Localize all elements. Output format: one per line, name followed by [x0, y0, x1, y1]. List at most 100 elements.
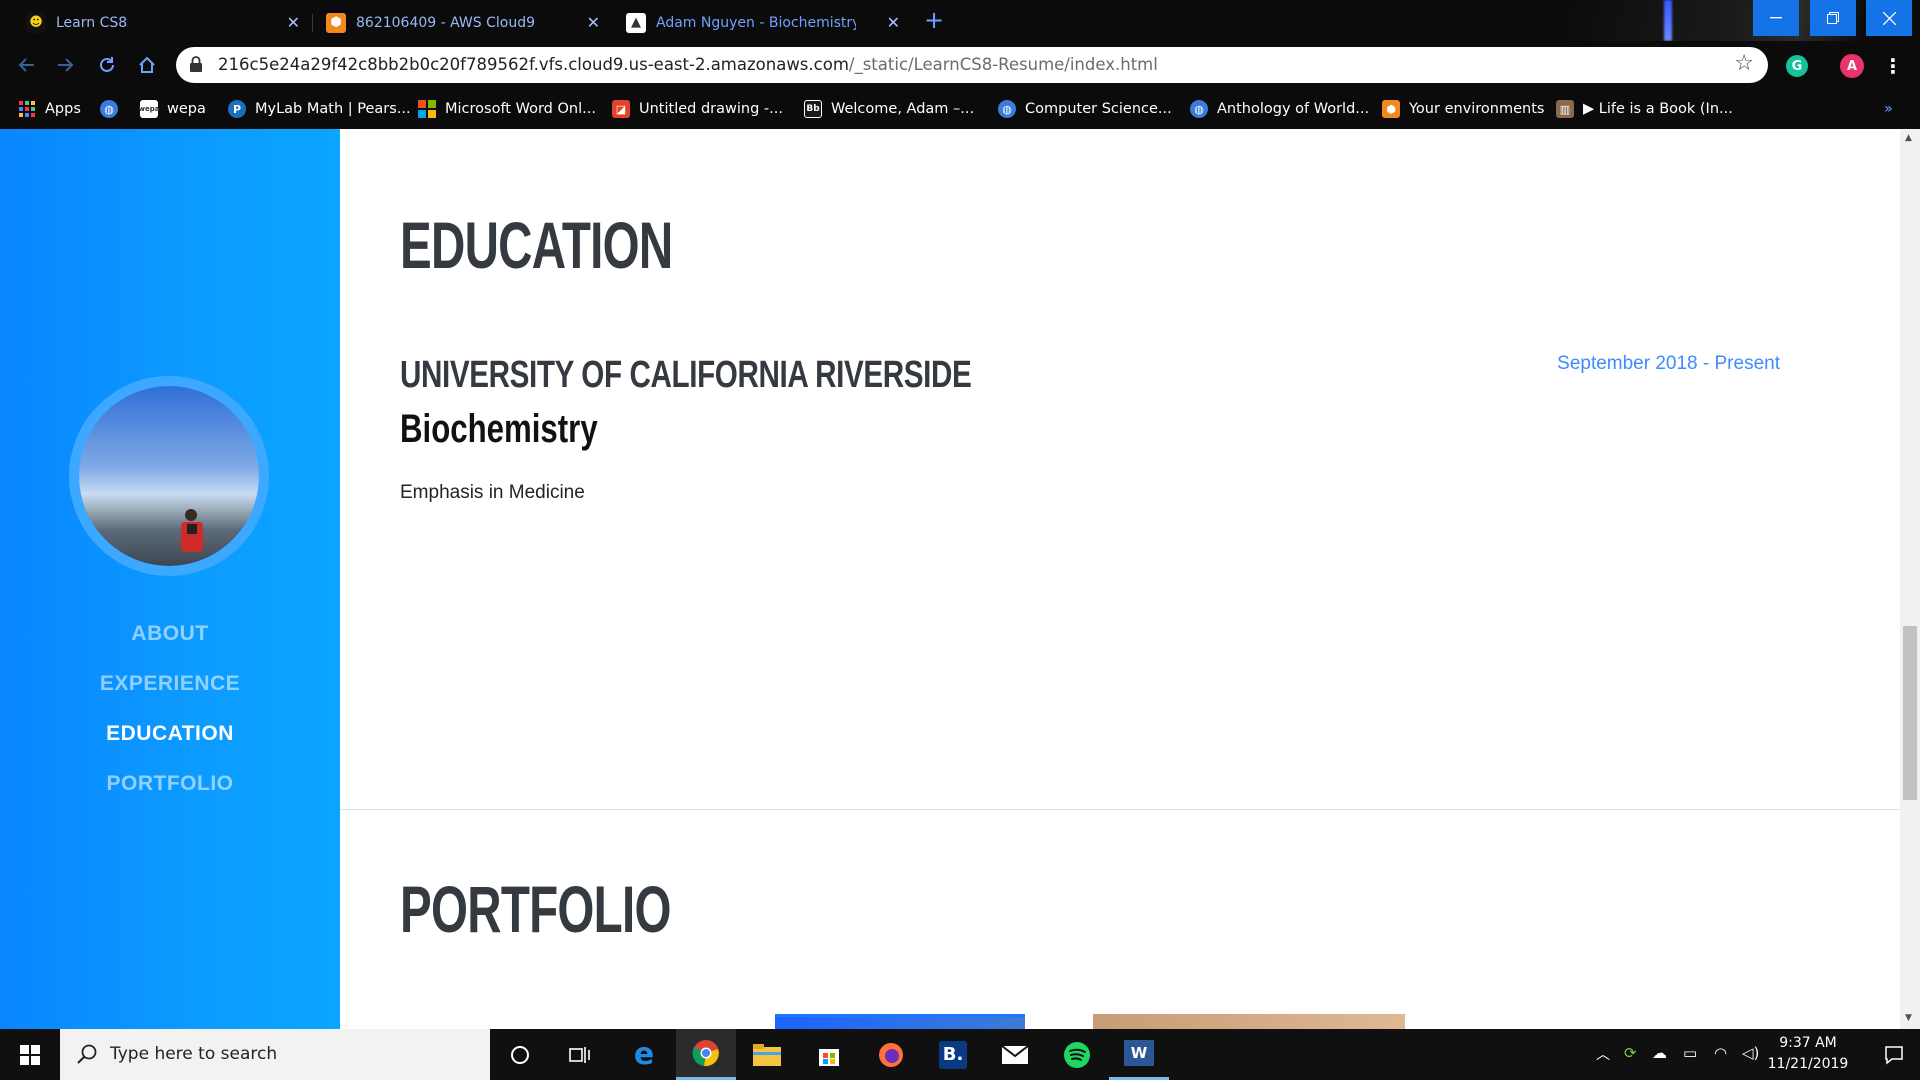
- envelope-icon: [1001, 1044, 1029, 1064]
- profile-avatar[interactable]: A: [1840, 54, 1864, 78]
- address-bar[interactable]: 216c5e24a29f42c8bb2b0c20f789562f.vfs.clo…: [176, 47, 1768, 83]
- aws-cube-favicon-icon: ⬢: [1382, 100, 1400, 118]
- system-clock[interactable]: 9:37 AM 11/21/2019: [1748, 1033, 1868, 1075]
- nav-portfolio[interactable]: PORTFOLIO: [0, 759, 340, 809]
- bookmark-globe[interactable]: ◍: [100, 97, 127, 121]
- forward-button[interactable]: [50, 49, 82, 81]
- grammarly-extension-icon[interactable]: G: [1786, 55, 1808, 77]
- search-placeholder: Type here to search: [110, 1044, 278, 1064]
- new-tab-button[interactable]: +: [924, 6, 944, 34]
- nav-about[interactable]: ABOUT: [0, 609, 340, 659]
- word-taskbar-icon[interactable]: W: [1109, 1029, 1169, 1080]
- education-dates: September 2018 - Present: [1557, 353, 1780, 374]
- close-tab-icon[interactable]: ✕: [587, 13, 600, 32]
- sidebar-nav: ABOUT EXPERIENCE EDUCATION PORTFOLIO: [0, 609, 340, 809]
- bookmark-blackboard[interactable]: Bb Welcome, Adam –...: [804, 97, 974, 121]
- browser-tab-strip: ☻ Learn CS8 ✕ ⬢ 862106409 - AWS Cloud9 ✕…: [0, 0, 1920, 41]
- tab-learn-cs8[interactable]: ☻ Learn CS8 ✕: [12, 4, 313, 41]
- globe-icon: ◍: [998, 100, 1016, 118]
- scroll-down-arrow-icon[interactable]: ▼: [1905, 1013, 1912, 1023]
- page-scrollbar[interactable]: ▲ ▼: [1900, 129, 1920, 1029]
- bookmark-word-online[interactable]: Microsoft Word Onl...: [418, 97, 596, 121]
- arrow-right-icon: [58, 58, 74, 72]
- degree-name: Biochemistry: [400, 407, 598, 451]
- cortana-button[interactable]: [490, 1029, 550, 1080]
- nav-education[interactable]: EDUCATION: [0, 709, 340, 759]
- profile-initial: A: [1846, 58, 1858, 74]
- desktop-wallpaper-glow: [1664, 0, 1672, 41]
- bookmark-your-environments[interactable]: ⬢ Your environments: [1382, 97, 1544, 121]
- show-hidden-icons-chevron-icon[interactable]: ︿: [1596, 1044, 1610, 1064]
- bookmark-computer-science[interactable]: ◍ Computer Science...: [998, 97, 1172, 121]
- minimize-icon: [1770, 17, 1782, 19]
- smiley-favicon-icon: ☻: [26, 12, 46, 33]
- tab-resume-active[interactable]: ▲ Adam Nguyen - Biochemistry Ma ✕: [612, 4, 912, 41]
- scrollbar-thumb[interactable]: [1903, 626, 1917, 800]
- arrow-left-icon: [18, 58, 34, 72]
- bookmark-untitled-drawing[interactable]: ◪ Untitled drawing -...: [612, 97, 783, 121]
- browser-menu-icon[interactable]: ⋮: [1882, 54, 1904, 78]
- store-bag-icon: [819, 1048, 839, 1066]
- school-name: UNIVERSITY OF CALIFORNIA RIVERSIDE: [400, 354, 972, 396]
- start-button[interactable]: [0, 1029, 60, 1080]
- booking-b-icon: B.: [939, 1040, 967, 1069]
- page-favicon-icon: ▲: [626, 12, 646, 33]
- resume-sidebar: ABOUT EXPERIENCE EDUCATION PORTFOLIO: [0, 129, 340, 1029]
- onedrive-cloud-icon[interactable]: ☁: [1652, 1044, 1667, 1062]
- windows-logo-icon: [20, 1044, 40, 1065]
- microsoft-store-icon[interactable]: [799, 1029, 859, 1080]
- home-icon: [139, 56, 155, 73]
- bookmark-label: Anthology of World...: [1217, 101, 1370, 117]
- firefox-icon[interactable]: [861, 1029, 921, 1080]
- bookmark-mylab-math[interactable]: P MyLab Math | Pears...: [228, 97, 411, 121]
- lock-icon: [190, 56, 202, 72]
- word-logo-icon: W: [1124, 1040, 1154, 1066]
- battery-icon[interactable]: ▭: [1683, 1044, 1697, 1062]
- close-tab-icon[interactable]: ✕: [287, 13, 300, 32]
- portfolio-thumbnail[interactable]: [775, 1014, 1025, 1029]
- bookmark-star-icon[interactable]: ☆: [1734, 51, 1754, 76]
- close-icon: [1882, 11, 1896, 25]
- portfolio-thumbnail[interactable]: [1093, 1014, 1405, 1029]
- spotify-icon[interactable]: [1047, 1029, 1107, 1080]
- wifi-icon[interactable]: ◠: [1714, 1044, 1727, 1062]
- nav-experience[interactable]: EXPERIENCE: [0, 659, 340, 709]
- minimize-window-button[interactable]: [1753, 0, 1799, 36]
- reload-button[interactable]: [91, 49, 123, 81]
- close-tab-icon[interactable]: ✕: [887, 13, 900, 32]
- restore-window-button[interactable]: [1810, 0, 1856, 36]
- book-favicon-icon: ▥: [1556, 100, 1574, 118]
- browser-toolbar: 216c5e24a29f42c8bb2b0c20f789562f.vfs.clo…: [0, 41, 1920, 89]
- aws-cube-favicon-icon: ⬢: [326, 12, 346, 33]
- back-button[interactable]: [10, 49, 42, 81]
- file-explorer-icon[interactable]: [737, 1029, 797, 1080]
- page-viewport: ABOUT EXPERIENCE EDUCATION PORTFOLIO EDU…: [0, 129, 1920, 1029]
- chrome-taskbar-icon[interactable]: [676, 1029, 736, 1080]
- microsoft-logo-icon: [418, 100, 436, 118]
- degree-detail: Emphasis in Medicine: [400, 482, 585, 503]
- bookmark-anthology[interactable]: ◍ Anthology of World...: [1190, 97, 1369, 121]
- task-view-icon: [569, 1046, 590, 1063]
- search-icon: [77, 1044, 97, 1064]
- sync-status-icon[interactable]: ⟳: [1624, 1044, 1637, 1062]
- education-heading: EDUCATION: [400, 208, 673, 282]
- bookmark-label: Your environments: [1409, 101, 1545, 117]
- bookmarks-bar: Apps ◍ wepa wepa P MyLab Math | Pears...…: [0, 89, 1920, 129]
- taskbar-search-box[interactable]: Type here to search: [60, 1029, 490, 1080]
- edge-browser-icon[interactable]: e: [614, 1029, 674, 1080]
- booking-app-icon[interactable]: B.: [923, 1029, 983, 1080]
- task-view-button[interactable]: [550, 1029, 610, 1080]
- bookmark-wepa[interactable]: wepa wepa: [139, 97, 206, 121]
- url-path: /_static/LearnCS8-Resume/index.html: [848, 55, 1158, 74]
- tab-aws-cloud9[interactable]: ⬢ 862106409 - AWS Cloud9 ✕: [312, 4, 613, 41]
- scroll-up-arrow-icon[interactable]: ▲: [1905, 133, 1912, 143]
- bookmark-label: MyLab Math | Pears...: [255, 101, 411, 117]
- bookmark-life-is-a-book[interactable]: ▥ ▶ Life is a Book (In...: [1556, 97, 1733, 121]
- action-center-button[interactable]: [1868, 1029, 1920, 1080]
- close-window-button[interactable]: [1866, 0, 1912, 36]
- home-button[interactable]: [131, 49, 163, 81]
- bookmark-apps[interactable]: Apps: [18, 97, 81, 121]
- mail-app-icon[interactable]: [985, 1029, 1045, 1080]
- bookmark-label: Untitled drawing -...: [639, 101, 783, 117]
- bookmarks-overflow-chevron-icon[interactable]: »: [1884, 97, 1893, 121]
